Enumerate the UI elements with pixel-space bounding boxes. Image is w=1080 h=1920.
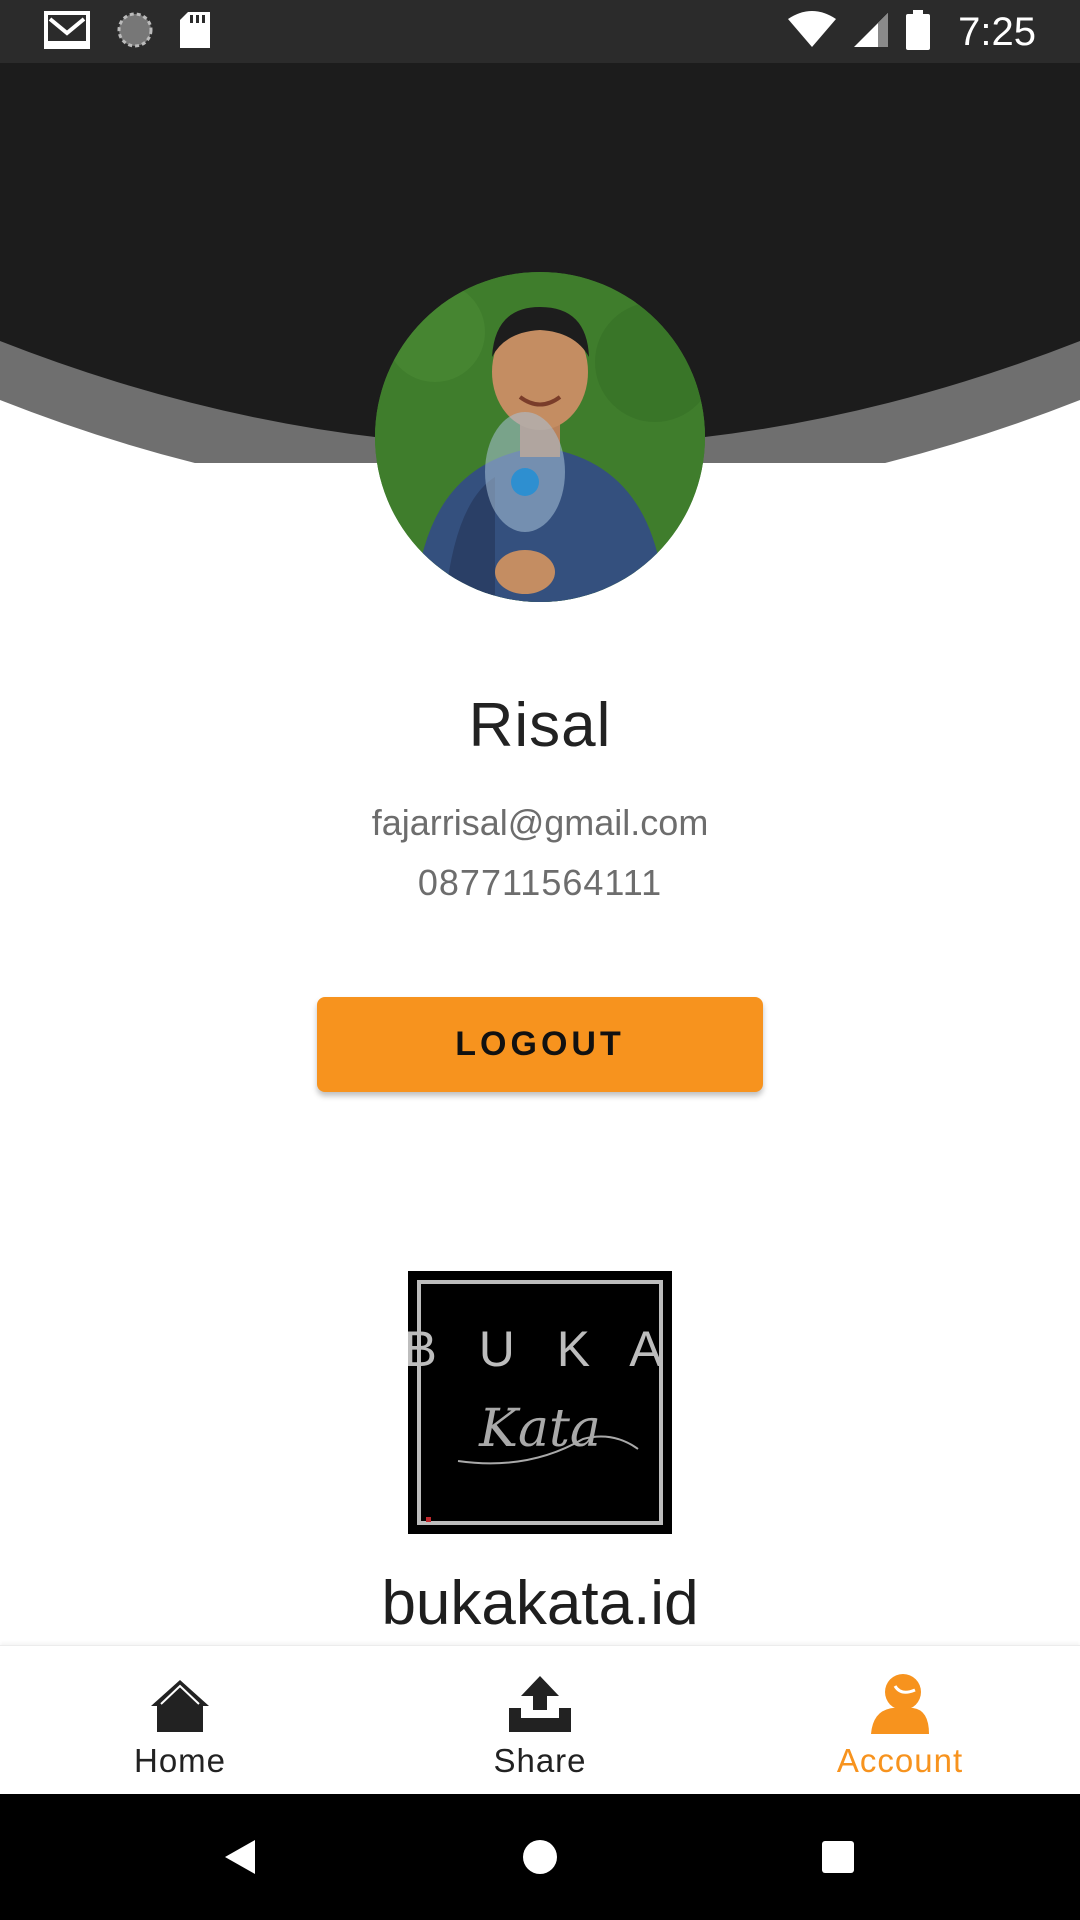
profile-avatar: [375, 272, 705, 602]
sync-icon: [116, 11, 154, 54]
nav-label-home: Home: [133, 1742, 227, 1779]
sd-card-icon: [180, 11, 210, 53]
gmail-icon: [44, 10, 90, 54]
back-icon[interactable]: [180, 1794, 300, 1920]
account-icon: [867, 1670, 933, 1734]
nav-label-account: Account: [836, 1742, 964, 1779]
user-email: fajarrisal@gmail.com: [371, 802, 709, 843]
bukakata-logo: B U K A Kata: [403, 1271, 672, 1534]
battery-icon: [906, 9, 931, 55]
logo-text-kata: Kata: [478, 1399, 601, 1459]
nav-label-share: Share: [493, 1742, 587, 1779]
status-left-icons: [44, 10, 210, 54]
logout-button[interactable]: LOGOUT: [317, 997, 763, 1092]
nav-item-share[interactable]: Share: [360, 1646, 720, 1795]
home-icon: [147, 1670, 213, 1734]
status-right-icons: 7:25: [788, 6, 1036, 58]
wifi-icon: [788, 10, 837, 54]
logo-text-buka: B U K A: [408, 1321, 672, 1377]
bottom-navigation: Home Share Account: [0, 1645, 1080, 1795]
cell-signal-icon: [852, 11, 890, 54]
recents-icon[interactable]: [778, 1794, 898, 1920]
brand-name: bukakata.id: [381, 1569, 699, 1638]
nav-item-account[interactable]: Account: [720, 1646, 1080, 1795]
system-navigation-bar: [0, 1794, 1080, 1920]
user-phone: 087711564111: [417, 862, 663, 903]
status-bar: 7:25: [0, 0, 1080, 63]
nav-item-home[interactable]: Home: [0, 1646, 360, 1795]
user-name: Risal: [468, 691, 612, 760]
status-time: 7:25: [958, 9, 1036, 54]
home-circle-icon[interactable]: [480, 1794, 600, 1920]
upload-icon: [507, 1670, 573, 1734]
